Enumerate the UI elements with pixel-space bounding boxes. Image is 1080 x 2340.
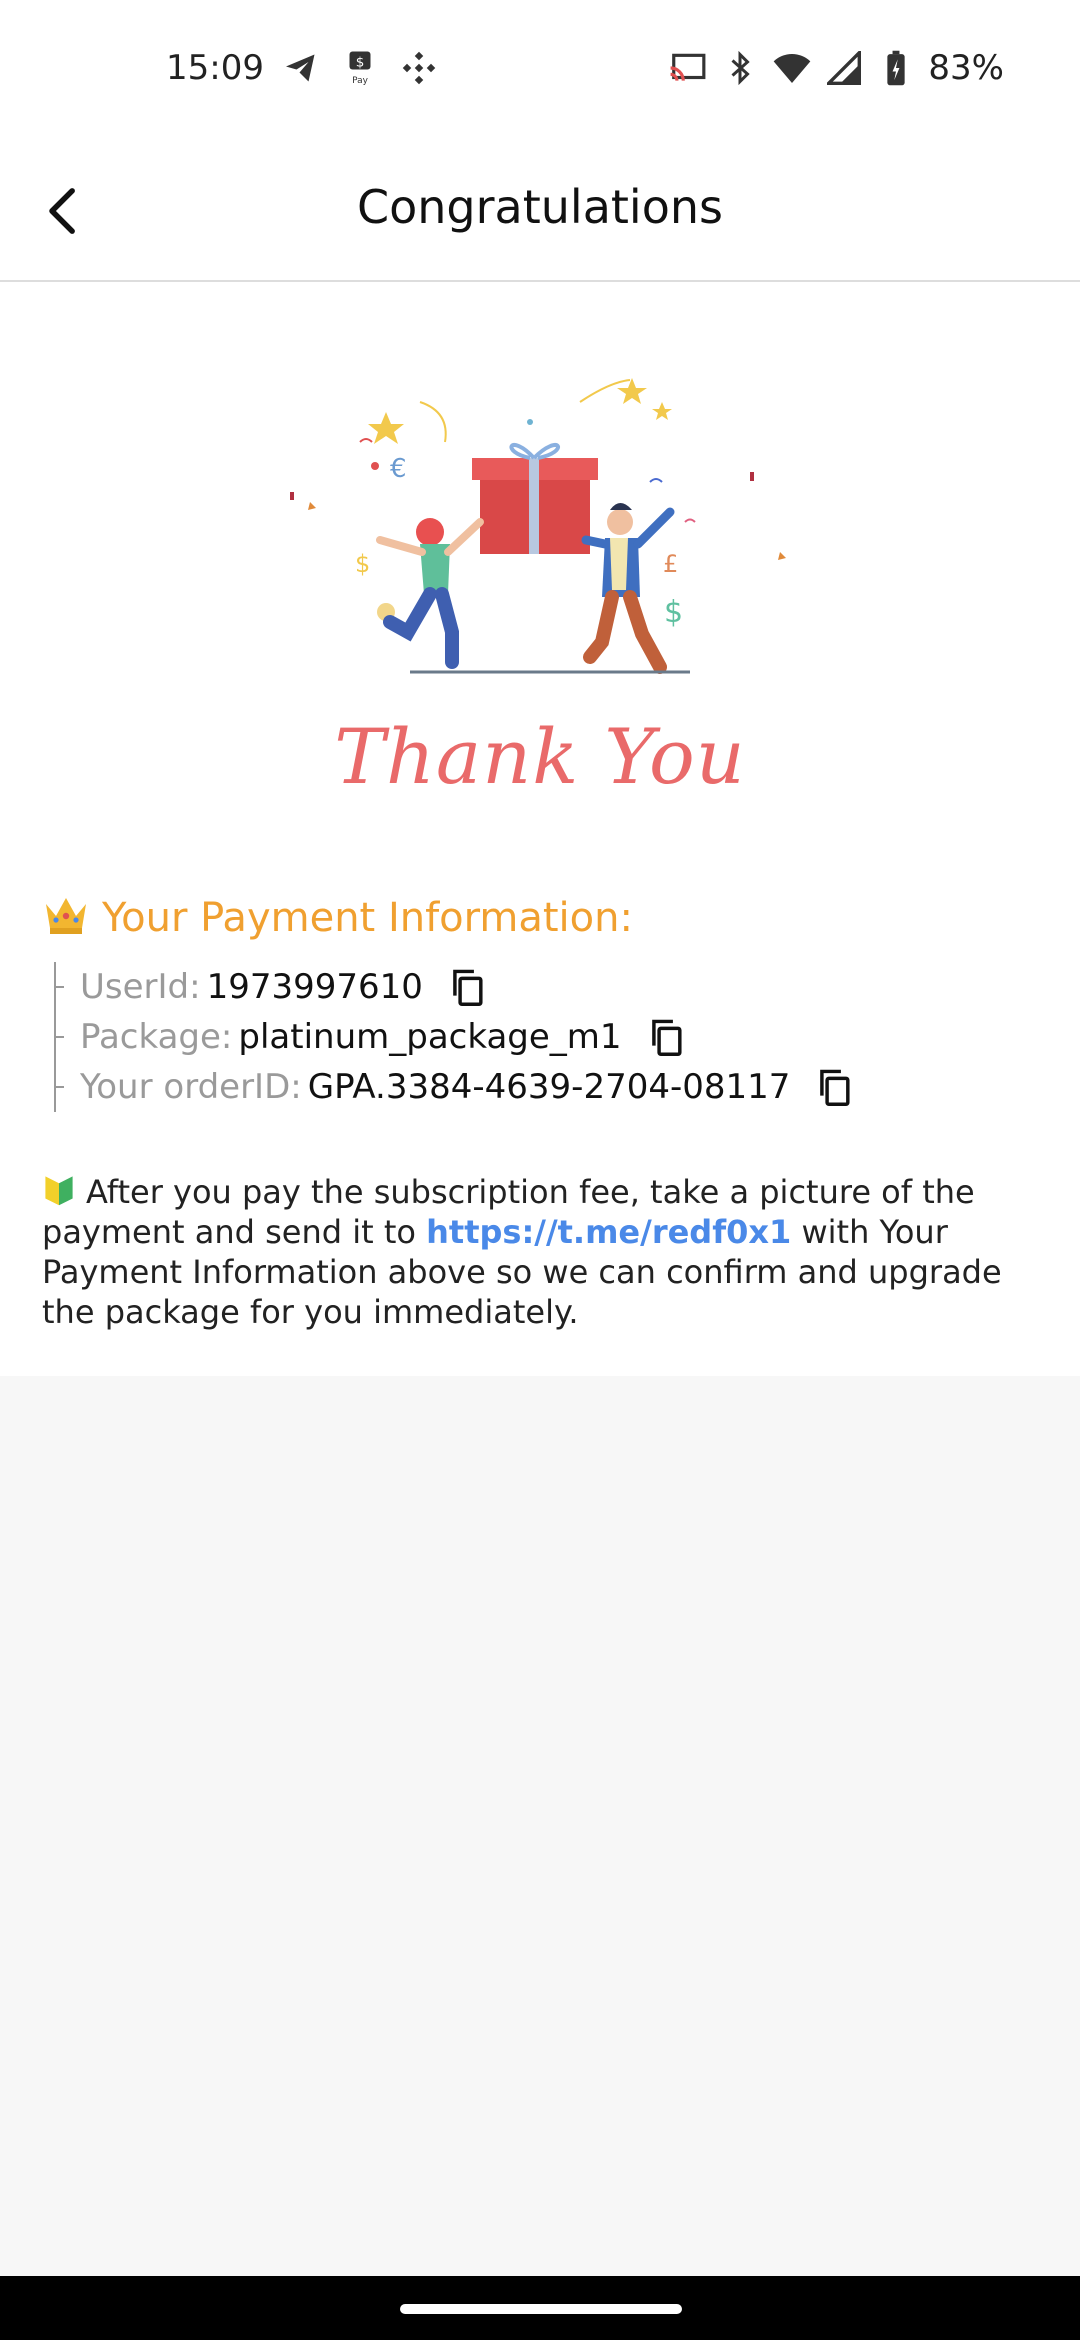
orderid-value: GPA.3384-4639-2704-08117	[307, 1067, 791, 1107]
binance-icon	[401, 50, 437, 90]
info-row-package: Package: platinum_package_m1	[52, 1012, 854, 1062]
home-indicator[interactable]	[400, 2304, 682, 2314]
crown-icon	[42, 892, 90, 943]
content-card: € £ $ $ Thank You Your Payment Informati…	[0, 282, 1080, 1376]
payment-info-title: Your Payment Information:	[102, 894, 633, 941]
svg-text:Pay: Pay	[352, 76, 369, 86]
app-bar: Congratulations	[0, 140, 1080, 282]
wifi-icon	[772, 48, 812, 88]
signal-icon	[824, 48, 864, 88]
man-figure	[581, 503, 675, 674]
copy-icon	[453, 969, 483, 1006]
celebration-illustration: € £ $ $	[290, 378, 786, 674]
copy-icon	[651, 1019, 682, 1056]
beginner-badge-icon	[45, 1176, 73, 1206]
svg-text:£: £	[663, 550, 678, 578]
bluetooth-icon	[720, 48, 760, 88]
svg-text:$: $	[355, 550, 370, 578]
copy-userid-button[interactable]	[447, 967, 487, 1007]
svg-text:€: €	[390, 454, 407, 484]
copy-orderid-button[interactable]	[814, 1067, 854, 1107]
info-row-userid: UserId: 1973997610	[52, 962, 854, 1012]
payment-instructions: After you pay the subscription fee, take…	[42, 1172, 1042, 1332]
tree-connector	[52, 1062, 64, 1112]
svg-text:$: $	[664, 595, 683, 630]
telegram-link[interactable]: https://t.me/redf0x1	[426, 1213, 791, 1251]
woman-figure	[376, 518, 484, 669]
thank-you-text: Thank You	[334, 712, 746, 801]
orderid-label: Your orderID:	[80, 1067, 302, 1107]
tree-connector	[52, 962, 64, 1012]
battery-percent: 83%	[928, 48, 1004, 88]
gift-box	[472, 443, 598, 554]
copy-icon	[820, 1069, 850, 1106]
userid-value: 1973997610	[206, 967, 423, 1007]
svg-text:$: $	[356, 55, 365, 71]
cast-icon	[668, 48, 708, 88]
payment-info-list: UserId: 1973997610 Package: platinum_pac…	[52, 962, 854, 1112]
payment-info-heading: Your Payment Information:	[42, 892, 633, 943]
package-label: Package:	[80, 1017, 233, 1057]
status-time: 15:09	[166, 48, 264, 88]
telegram-icon	[283, 50, 319, 90]
userid-label: UserId:	[80, 967, 201, 1007]
tree-connector	[52, 1012, 64, 1062]
samsung-pay-icon: $ Pay	[345, 50, 375, 90]
status-bar: 15:09 $ Pay 83%	[0, 0, 1080, 140]
status-system-icons: 83%	[668, 48, 1004, 88]
battery-charging-icon	[876, 48, 916, 88]
info-row-orderid: Your orderID: GPA.3384-4639-2704-08117	[52, 1062, 854, 1112]
copy-package-button[interactable]	[646, 1017, 686, 1057]
status-notification-icons: $ Pay	[283, 50, 437, 90]
package-value: platinum_package_m1	[238, 1017, 622, 1057]
page-title: Congratulations	[357, 180, 723, 234]
system-nav-bar	[0, 2276, 1080, 2340]
